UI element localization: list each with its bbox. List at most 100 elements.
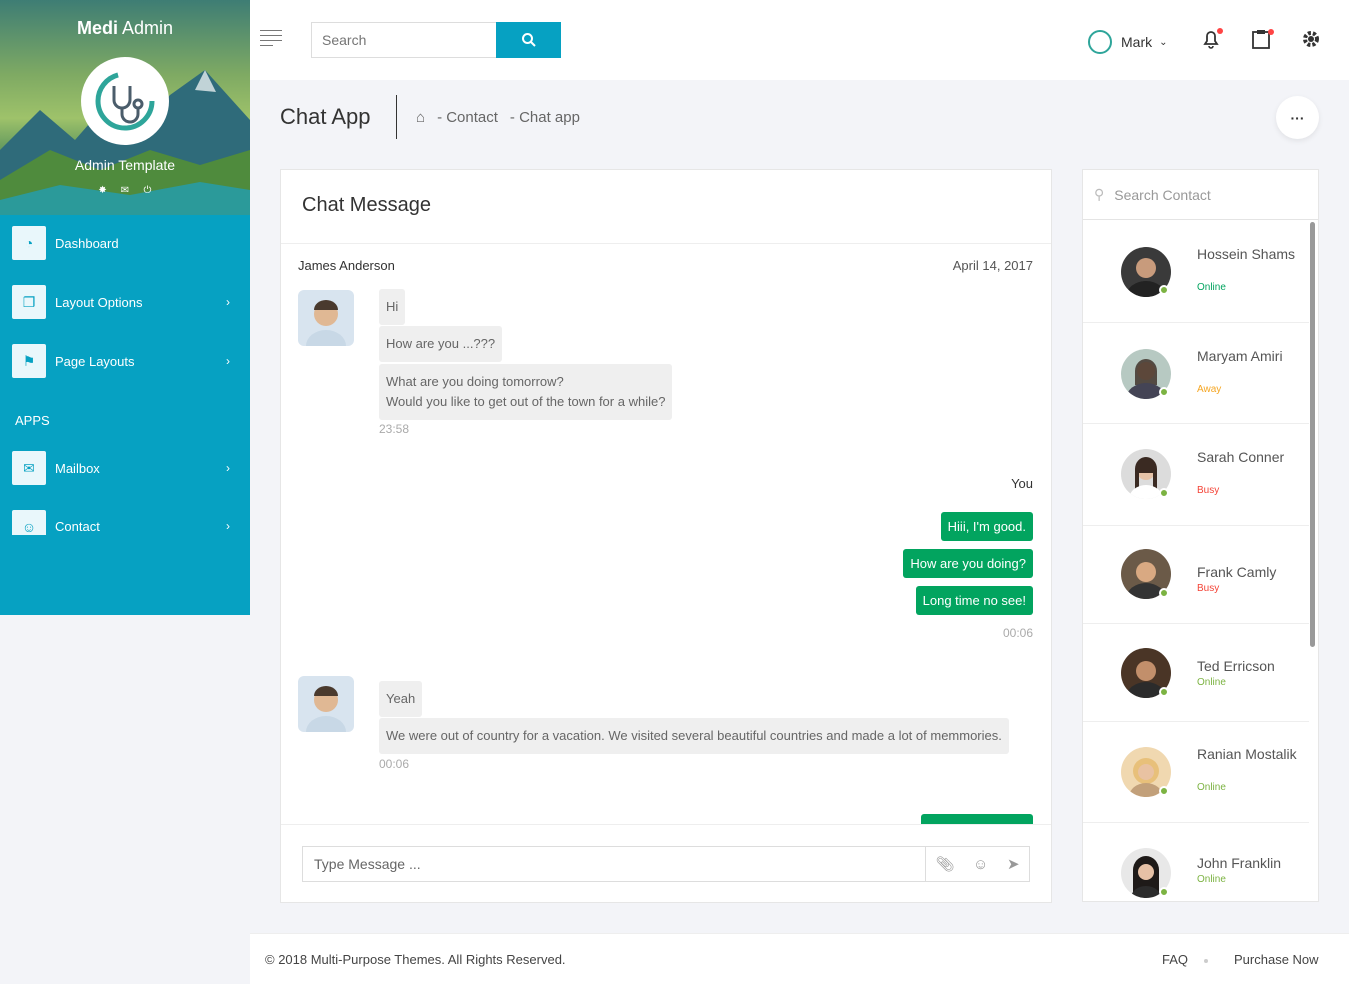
chevron-right-icon: ›	[226, 519, 230, 533]
scrollbar[interactable]	[1310, 222, 1315, 647]
menu-section-apps: APPS	[15, 413, 50, 428]
contact-status: Online	[1197, 874, 1226, 885]
mail-icon: ✉	[12, 451, 46, 485]
contact-name: John Franklin	[1197, 855, 1282, 871]
chevron-right-icon: ›	[226, 295, 230, 309]
contact-item[interactable]: Maryam Amiri Away	[1083, 323, 1309, 424]
sidebar-item-mailbox[interactable]: ✉ Mailbox ›	[0, 448, 250, 488]
search-input[interactable]	[311, 22, 497, 58]
message-input-placeholder: Type Message ...	[314, 856, 421, 872]
sidebar-item-label: Dashboard	[55, 235, 119, 251]
user-icon: ☺	[12, 510, 46, 535]
chat-date: April 14, 2017	[952, 258, 1033, 273]
chat-body[interactable]: James Anderson April 14, 2017 Hi How are…	[281, 244, 1051, 824]
faq-link[interactable]: FAQ	[1162, 952, 1188, 967]
breadcrumb: ⌂ - Contact - Chat app	[416, 109, 592, 126]
contact-item[interactable]: Sarah Conner Busy	[1083, 424, 1309, 526]
sidebar-quick-icons: ✸ ✉ ⏻	[0, 180, 250, 198]
message-bubble: Yeah	[379, 681, 423, 717]
avatar	[298, 290, 354, 346]
sidebar-item-label: Page Layouts	[55, 353, 135, 369]
message-bubble: Hi	[379, 289, 406, 325]
message-line: Would you like to get out of the town fo…	[386, 394, 666, 409]
admin-template-label: Admin Template	[74, 157, 176, 173]
contact-name: Ranian Mostalik	[1197, 746, 1297, 762]
smiley-icon[interactable]: ☺	[973, 856, 988, 873]
message-line: What are you doing tomorrow?	[386, 374, 564, 389]
user-menu[interactable]: Mark ⌄	[1088, 30, 1168, 54]
gear-icon[interactable]	[1300, 28, 1322, 50]
chat-input-area: Type Message ... 📎︎ ☺ ➤	[281, 824, 1051, 902]
stethoscope-logo-icon	[81, 57, 169, 145]
sidebar-item-label: Contact	[55, 519, 100, 534]
chat-card: Chat Message James Anderson April 14, 20…	[280, 169, 1052, 903]
contact-search-input[interactable]: ⚲ Search Contact	[1083, 170, 1318, 220]
paperclip-icon[interactable]: 📎︎	[935, 855, 954, 873]
chevron-right-icon: ›	[226, 354, 230, 368]
message-bubble-out	[921, 814, 1033, 824]
message-bubble: We were out of country for a vacation. W…	[379, 718, 1009, 754]
message-bubble-out: Long time no see!	[915, 586, 1033, 615]
sidebar: Medi Admin Admin Template ✸ ✉ ⏻ ◔ Dashbo…	[0, 0, 250, 615]
hamburger-menu-icon[interactable]	[260, 30, 282, 48]
search-icon	[521, 33, 536, 47]
clipboard-icon[interactable]	[1250, 28, 1274, 50]
sidebar-item-page-layouts[interactable]: ⚑ Page Layouts ›	[0, 341, 250, 381]
search-button[interactable]	[496, 22, 561, 58]
status-dot	[1159, 488, 1169, 498]
message-time: 00:06	[1002, 626, 1033, 640]
topbar: Mark ⌄	[250, 0, 1349, 80]
contact-status: Busy	[1197, 485, 1220, 496]
message-input[interactable]: Type Message ... 📎︎ ☺ ➤	[302, 846, 1030, 882]
status-dot	[1159, 285, 1169, 295]
status-dot	[1159, 687, 1169, 697]
contact-item[interactable]: Frank Camly Busy	[1083, 526, 1309, 624]
contact-item[interactable]: Ranian Mostalik Online	[1083, 722, 1309, 823]
contact-item[interactable]: John Franklin Online	[1083, 823, 1309, 901]
message-tools: 📎︎ ☺ ➤	[925, 847, 1029, 881]
avatar	[298, 676, 354, 732]
chevron-down-icon: ⌄	[1159, 36, 1168, 48]
status-dot	[1159, 887, 1169, 897]
sidebar-item-layout-options[interactable]: ❐ Layout Options ›	[0, 282, 250, 322]
contact-name: Hossein Shams	[1197, 246, 1296, 262]
message-time: 00:06	[379, 757, 410, 771]
dashboard-icon: ◔	[12, 226, 46, 260]
signpost-icon: ⚑	[12, 344, 46, 378]
contact-name: Maryam Amiri	[1197, 348, 1283, 364]
search-icon: ⚲	[1094, 186, 1105, 202]
contact-status: Away	[1197, 384, 1222, 395]
layout-icon: ❐	[12, 285, 46, 319]
sidebar-item-contact[interactable]: ☺ Contact ›	[0, 507, 250, 535]
sidebar-item-label: Mailbox	[55, 460, 100, 476]
settings-icon[interactable]: ✸	[98, 186, 108, 196]
sidebar-item-label: Layout Options	[55, 294, 143, 310]
avatar	[1088, 30, 1112, 54]
contact-item[interactable]: Ted Erricson Online	[1083, 624, 1309, 722]
sender-name: James Anderson	[298, 258, 395, 273]
message-bubble-out: How are you doing?	[903, 549, 1033, 578]
message-bubble: How are you ...???	[379, 326, 503, 362]
notification-bell-icon[interactable]	[1200, 28, 1223, 50]
purchase-now-link[interactable]: Purchase Now	[1234, 952, 1319, 967]
page-title: Chat App	[280, 104, 371, 129]
home-icon[interactable]: ⌂	[416, 109, 425, 126]
power-icon[interactable]: ⏻	[142, 186, 152, 196]
status-dot	[1159, 786, 1169, 796]
contact-name: Sarah Conner	[1197, 449, 1285, 465]
you-label: You	[1011, 476, 1033, 491]
breadcrumb-chat-app: - Chat app	[509, 109, 580, 126]
mail-icon[interactable]: ✉	[120, 186, 130, 196]
sidebar-item-dashboard[interactable]: ◔ Dashboard	[0, 223, 250, 263]
more-options-button[interactable]: ···	[1276, 96, 1319, 139]
brand-logo-text[interactable]: Medi Admin	[0, 18, 250, 39]
status-dot	[1159, 387, 1169, 397]
contact-item[interactable]: Hossein Shams Online	[1083, 220, 1309, 323]
user-name: Mark	[1121, 34, 1153, 50]
chat-card-title: Chat Message	[281, 170, 1051, 244]
send-icon[interactable]: ➤	[1007, 855, 1020, 873]
contact-status: Online	[1197, 282, 1226, 293]
breadcrumb-contact[interactable]: - Contact	[437, 109, 498, 126]
contact-name: Frank Camly	[1197, 564, 1277, 580]
chevron-right-icon: ›	[226, 461, 230, 475]
